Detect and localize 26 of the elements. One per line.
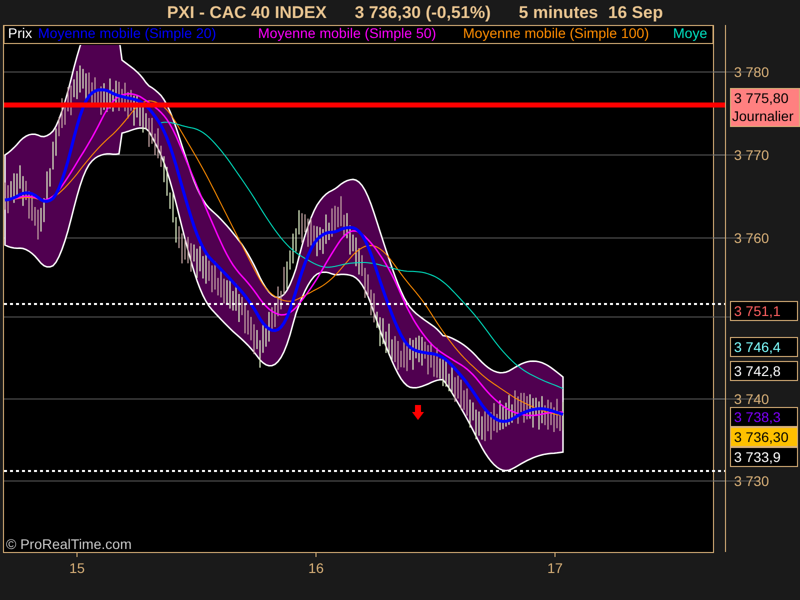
price-tag: 3 736,30 xyxy=(730,427,798,447)
legend-item: Moyenne mobile (Simple 100) xyxy=(463,25,649,41)
legend-item: Moyenne mobile (Simple 50) xyxy=(258,25,436,41)
y-axis-label: 3 780 xyxy=(734,64,770,80)
y-axis-label: 3 740 xyxy=(734,391,770,407)
price-tag: 3 775,80 Journalier xyxy=(730,88,800,127)
y-axis-label: 3 760 xyxy=(734,230,770,246)
down-arrow-icon xyxy=(412,405,424,420)
price-tag: 3 746,4 xyxy=(730,337,798,357)
x-axis-label: 16 xyxy=(308,560,324,576)
price-tag: 3 738,3 xyxy=(730,407,798,427)
legend-item: Moyenne mobile (Simple 20) xyxy=(38,25,216,41)
y-axis-label: 3 730 xyxy=(734,473,770,489)
copyright-text: © ProRealTime.com xyxy=(6,536,132,552)
chart-symbol: PXI - CAC 40 INDEX xyxy=(167,2,327,22)
legend-item: Prix xyxy=(8,25,32,41)
x-axis-label: 17 xyxy=(547,560,563,576)
price-tag: 3 742,8 xyxy=(730,361,798,381)
legend-item: Moye xyxy=(673,25,708,41)
x-axis-label: 15 xyxy=(69,560,85,576)
chart-date: 16 Sep xyxy=(608,2,663,22)
price-tag: 3 751,1 xyxy=(730,301,798,321)
y-axis-label: 3 770 xyxy=(734,147,770,163)
chart-quote: 3 736,30 (-0,51%) xyxy=(354,2,491,22)
chart-interval: 5 minutes xyxy=(518,2,598,22)
price-tag: 3 733,9 xyxy=(730,447,798,467)
